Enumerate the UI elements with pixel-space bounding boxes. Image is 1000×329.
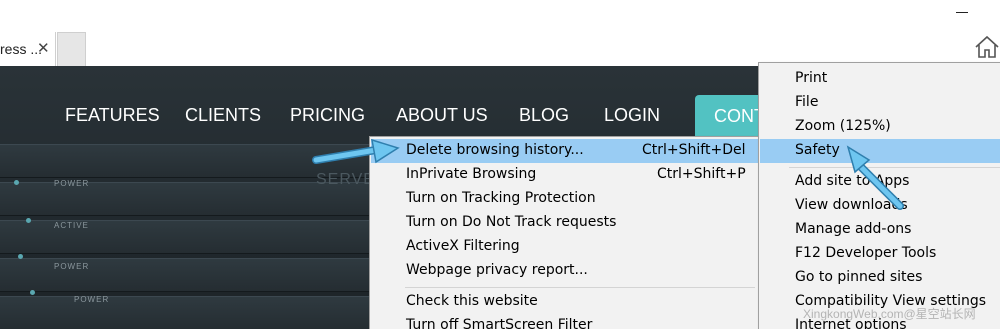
site-navigation: FEATURES CLIENTS PRICING ABOUT US BLOG L… bbox=[0, 105, 760, 129]
menu-item-view-downloads[interactable]: View downloads bbox=[760, 194, 1000, 218]
menu-item-label: ActiveX Filtering bbox=[406, 238, 520, 254]
menu-item-label: Webpage privacy report... bbox=[406, 262, 588, 278]
safety-submenu: Delete browsing history... Ctrl+Shift+De… bbox=[369, 136, 760, 329]
menu-item-inprivate-browsing[interactable]: InPrivate Browsing Ctrl+Shift+P bbox=[371, 163, 758, 187]
nav-login[interactable]: LOGIN bbox=[604, 105, 660, 126]
menu-item-label: Safety bbox=[795, 142, 840, 158]
menu-item-pinned-sites[interactable]: Go to pinned sites bbox=[760, 266, 1000, 290]
menu-item-label: Turn off SmartScreen Filter bbox=[406, 317, 593, 329]
browser-chrome: ress ... ✕ bbox=[0, 0, 1000, 66]
menu-item-tracking-protection[interactable]: Turn on Tracking Protection bbox=[371, 187, 758, 211]
menu-item-label: Zoom (125%) bbox=[795, 118, 891, 134]
nav-contact[interactable]: CONT bbox=[695, 95, 765, 139]
menu-item-label: InPrivate Browsing bbox=[406, 166, 537, 182]
nav-pricing[interactable]: PRICING bbox=[290, 105, 365, 126]
menu-separator bbox=[405, 287, 755, 288]
menu-item-f12-developer-tools[interactable]: F12 Developer Tools bbox=[760, 242, 1000, 266]
server-label: SERVE bbox=[316, 171, 375, 188]
menu-item-label: Go to pinned sites bbox=[795, 269, 923, 285]
led-indicator bbox=[14, 180, 19, 185]
nav-clients[interactable]: CLIENTS bbox=[185, 105, 261, 126]
menu-item-label: Turn on Do Not Track requests bbox=[406, 214, 617, 230]
rack-label: POWER bbox=[74, 295, 110, 304]
menu-item-add-site-to-apps[interactable]: Add site to Apps bbox=[760, 170, 1000, 194]
menu-item-label: Check this website bbox=[406, 293, 538, 309]
menu-item-label: View downloads bbox=[795, 197, 908, 213]
menu-item-label: Add site to Apps bbox=[795, 173, 910, 189]
menu-item-shortcut: Ctrl+Shift+P bbox=[657, 166, 746, 182]
menu-item-smartscreen-filter[interactable]: Turn off SmartScreen Filter bbox=[371, 314, 758, 329]
menu-item-privacy-report[interactable]: Webpage privacy report... bbox=[371, 259, 758, 283]
led-indicator bbox=[18, 254, 23, 259]
menu-item-label: Print bbox=[795, 70, 828, 86]
rack-label: POWER bbox=[54, 179, 90, 188]
home-icon[interactable] bbox=[974, 34, 1000, 60]
nav-features[interactable]: FEATURES bbox=[65, 105, 160, 126]
menu-separator bbox=[789, 167, 1000, 168]
menu-item-label: Delete browsing history... bbox=[406, 142, 584, 158]
rack-label: ACTIVE bbox=[54, 221, 89, 230]
menu-item-file[interactable]: File bbox=[760, 91, 1000, 115]
led-indicator bbox=[26, 218, 31, 223]
menu-item-print[interactable]: Print bbox=[760, 67, 1000, 91]
rack-label: POWER bbox=[54, 262, 90, 271]
nav-about-us[interactable]: ABOUT US bbox=[396, 105, 488, 126]
browser-tab[interactable]: ress ... ✕ bbox=[0, 32, 56, 66]
tab-title: ress ... bbox=[0, 41, 43, 57]
menu-item-label: F12 Developer Tools bbox=[795, 245, 937, 261]
menu-item-activex-filtering[interactable]: ActiveX Filtering bbox=[371, 235, 758, 259]
led-indicator bbox=[30, 290, 35, 295]
menu-item-do-not-track[interactable]: Turn on Do Not Track requests bbox=[371, 211, 758, 235]
menu-item-shortcut: Ctrl+Shift+Del bbox=[642, 142, 746, 158]
menu-item-manage-add-ons[interactable]: Manage add-ons bbox=[760, 218, 1000, 242]
minimize-icon[interactable] bbox=[956, 12, 968, 13]
menu-item-label: Manage add-ons bbox=[795, 221, 912, 237]
menu-item-delete-browsing-history[interactable]: Delete browsing history... Ctrl+Shift+De… bbox=[371, 139, 758, 163]
menu-item-safety[interactable]: Safety bbox=[760, 139, 1000, 163]
menu-item-check-website[interactable]: Check this website bbox=[371, 290, 758, 314]
tools-menu: Print File Zoom (125%) Safety Add site t… bbox=[758, 62, 1000, 329]
nav-blog[interactable]: BLOG bbox=[519, 105, 569, 126]
new-tab-button[interactable] bbox=[57, 32, 86, 66]
menu-item-label: File bbox=[795, 94, 819, 110]
close-icon[interactable]: ✕ bbox=[37, 39, 50, 57]
watermark: XingkongWeb.com@星空站长网 bbox=[803, 307, 976, 321]
menu-item-zoom[interactable]: Zoom (125%) bbox=[760, 115, 1000, 139]
menu-item-label: Turn on Tracking Protection bbox=[406, 190, 596, 206]
